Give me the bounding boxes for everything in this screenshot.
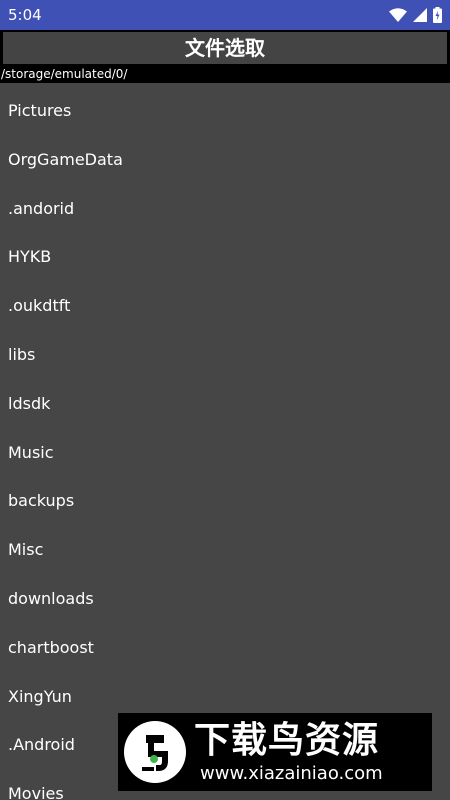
file-list-item[interactable]: libs [0,327,450,376]
page-title: 文件选取 [3,32,447,64]
file-list-item[interactable]: ldsdk [0,376,450,425]
cellular-signal-icon [413,8,427,22]
file-list-item[interactable]: Misc [0,522,450,571]
file-list-item[interactable]: downloads [0,571,450,620]
bird-logo-icon [124,721,186,783]
file-list-item[interactable]: backups [0,473,450,522]
file-list-item[interactable]: HYKB [0,229,450,278]
file-list-item[interactable]: Pictures [0,83,450,132]
file-list-item[interactable]: Music [0,425,450,474]
file-list-item[interactable]: .andorid [0,181,450,230]
status-bar: 5:04 [0,0,450,30]
file-list-item[interactable]: .oukdtft [0,278,450,327]
watermark-title: 下载鸟资源 [194,720,380,761]
current-path: /storage/emulated/0/ [0,65,450,83]
status-time: 5:04 [8,6,42,24]
battery-icon [433,7,442,23]
wifi-icon [389,8,407,22]
file-list-item[interactable]: chartboost [0,620,450,669]
file-list-item[interactable]: XingYun [0,669,450,718]
watermark-banner: 下载鸟资源 www.xiazainiao.com [118,713,432,791]
status-icons [389,7,442,23]
file-list[interactable]: Pictures OrgGameData .andorid HYKB .oukd… [0,83,450,800]
watermark-url: www.xiazainiao.com [200,763,383,784]
file-list-item[interactable]: OrgGameData [0,132,450,181]
